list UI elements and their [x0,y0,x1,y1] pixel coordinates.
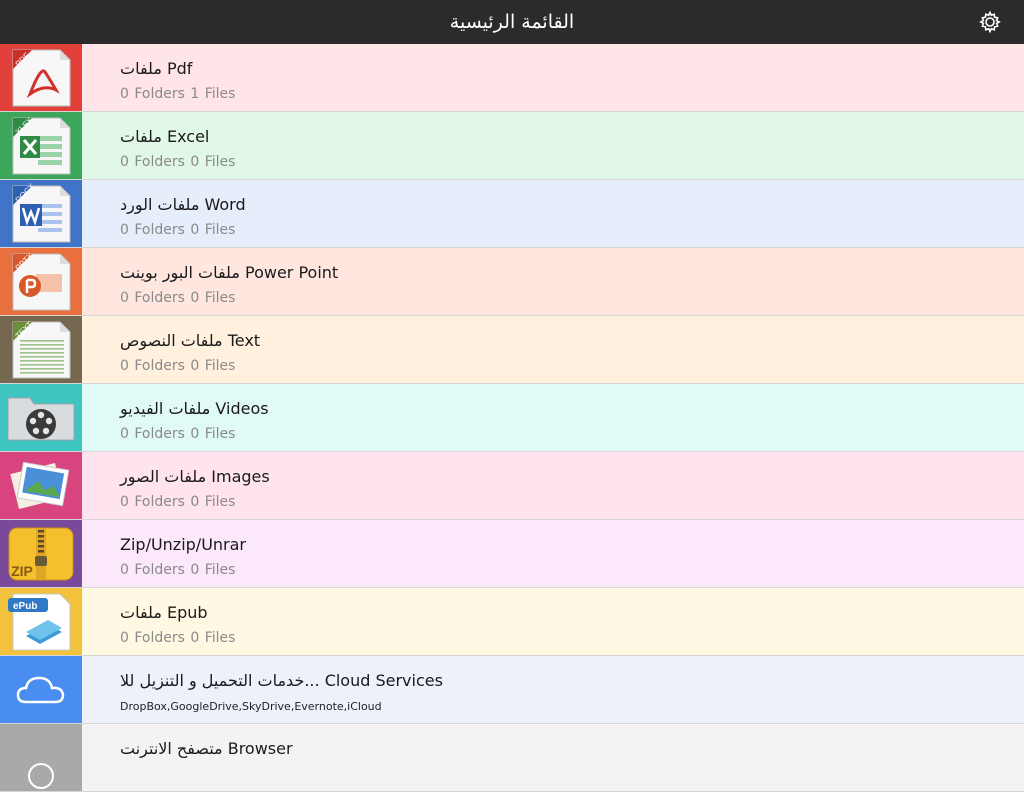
item-title: ملفات النصوص Text [120,331,261,350]
list-item-browser[interactable]: متصفح الانترنت Browser [0,724,1024,792]
item-title: ملفات الورد Word [120,195,246,214]
item-title: ملفات Epub [120,603,208,622]
top-navigation-bar: القائمة الرئيسية [0,0,1024,44]
item-title: ملفات الفيديو Videos [120,399,269,418]
list-item-cloud-services[interactable]: خدمات التحميل و التنزيل للا... Cloud Ser… [0,656,1024,724]
item-title: متصفح الانترنت Browser [120,739,293,758]
item-title: Zip/Unzip/Unrar [120,535,247,554]
list-item-text[interactable]: TEXT ملفات النصوص Text 0 Folders 0 Files [0,316,1024,384]
item-counts: 0 Folders 0 Files [120,358,236,374]
item-counts: 0 Folders 0 Files [120,562,236,578]
list-item-excel[interactable]: XLSX ملفات Excel 0 Folders 0 Files [0,112,1024,180]
text-file-icon: TEXT [0,316,82,383]
list-item-powerpoint[interactable]: PPTX ملفات البور بوينت Power Point 0 Fol… [0,248,1024,316]
item-counts: 0 Folders 0 Files [120,426,236,442]
item-counts: 0 Folders 0 Files [120,630,236,646]
cloud-icon [0,656,82,723]
item-title: ملفات Excel [120,127,210,146]
item-title: ملفات البور بوينت Power Point [120,263,339,282]
item-title: خدمات التحميل و التنزيل للا... Cloud Ser… [120,671,443,690]
list-item-zip[interactable]: ZIP Zip/Unzip/Unrar 0 Folders 0 Files [0,520,1024,588]
list-item-videos[interactable]: ملفات الفيديو Videos 0 Folders 0 Files [0,384,1024,452]
gear-icon[interactable] [978,10,1002,34]
excel-file-icon: XLSX [0,112,82,179]
svg-text:ePub: ePub [13,601,37,612]
item-counts: 0 Folders 0 Files [120,290,236,306]
item-counts: 0 Folders 0 Files [120,154,236,170]
compass-icon [0,724,82,791]
list-item-epub[interactable]: ePub ملفات Epub 0 Folders 0 Files [0,588,1024,656]
video-reel-icon [0,384,82,451]
item-title: ملفات الصور Images [120,467,270,486]
item-counts: 0 Folders 0 Files [120,494,236,510]
powerpoint-file-icon: PPTX [0,248,82,315]
zip-archive-icon: ZIP [0,520,82,587]
file-category-list: PDF ملفات Pdf 0 Folders 1 Files XLSX ملف… [0,44,1024,792]
cloud-services-list: DropBox,GoogleDrive,SkyDrive,Evernote,iC… [120,700,382,713]
item-counts: 0 Folders 0 Files [120,222,236,238]
pdf-file-icon: PDF [0,44,82,111]
list-item-word[interactable]: DOCX ملفات الورد Word 0 Folders 0 Files [0,180,1024,248]
item-title: ملفات Pdf [120,59,193,78]
list-item-images[interactable]: ملفات الصور Images 0 Folders 0 Files [0,452,1024,520]
svg-text:ZIP: ZIP [11,563,33,579]
page-title: القائمة الرئيسية [449,11,575,33]
images-icon [0,452,82,519]
item-counts: 0 Folders 1 Files [120,86,236,102]
epub-book-icon: ePub [0,588,82,655]
word-file-icon: DOCX [0,180,82,247]
list-item-pdf[interactable]: PDF ملفات Pdf 0 Folders 1 Files [0,44,1024,112]
